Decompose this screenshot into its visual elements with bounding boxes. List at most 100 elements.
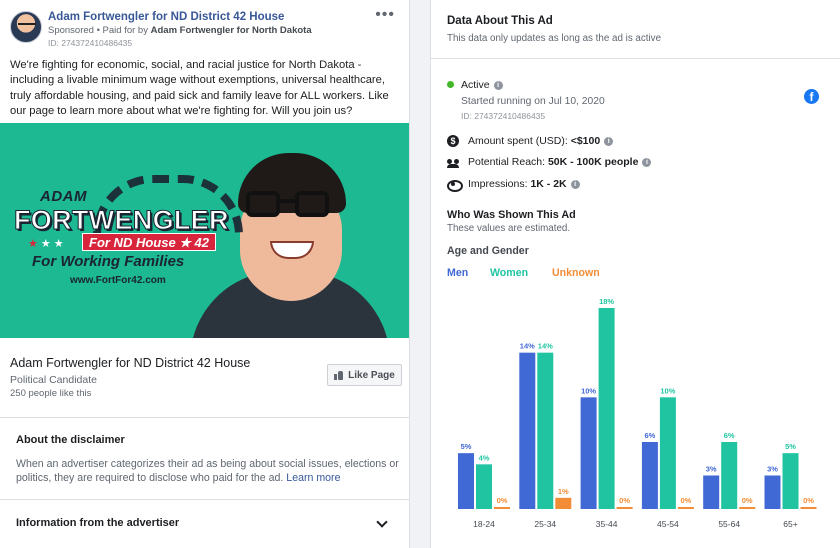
bar-label-unknown-65+: 0% — [803, 496, 814, 505]
who-shown-title: Who Was Shown This Ad — [447, 209, 576, 221]
bar-label-women-55-64: 6% — [724, 431, 735, 440]
active-status-dot — [447, 81, 454, 88]
bar-label-unknown-25-34: 1% — [558, 487, 569, 496]
bar-unknown-45-54[interactable] — [677, 507, 694, 509]
amount-value: <$100 — [570, 135, 601, 147]
stars-graphic: ★★★ — [28, 238, 67, 250]
advertiser-info-accordion[interactable]: Information from the advertiser — [0, 500, 409, 548]
bar-label-women-65+: 5% — [785, 442, 796, 451]
panel-divider — [431, 58, 840, 59]
ad-data-panel: Data About This Ad This data only update… — [430, 0, 840, 548]
bar-men-25-34[interactable] — [519, 352, 536, 509]
legend-women[interactable]: Women — [490, 267, 528, 279]
dollar-icon: $ — [447, 135, 459, 147]
sponsored-line: Sponsored • Paid for by Adam Fortwengler… — [48, 25, 312, 36]
link-subtitle: Political Candidate — [10, 374, 97, 386]
eye-icon — [447, 178, 463, 192]
sponsored-label: Sponsored — [48, 25, 94, 36]
bar-men-35-44[interactable] — [580, 397, 597, 509]
info-icon[interactable]: i — [493, 80, 503, 90]
x-tick-65+: 65+ — [783, 519, 797, 529]
ad-preview-card: Adam Fortwengler for ND District 42 Hous… — [0, 0, 410, 548]
learn-more-link[interactable]: Learn more — [286, 472, 340, 484]
reach-text: Potential Reach: 50K - 100K people i — [468, 156, 652, 168]
x-tick-45-54: 45-54 — [657, 519, 679, 529]
reach-value: 50K - 100K people — [547, 156, 639, 168]
bar-unknown-18-24[interactable] — [494, 507, 510, 509]
glasses-bridge — [279, 199, 296, 203]
bar-label-men-45-54: 6% — [644, 431, 655, 440]
glasses-right-lens — [295, 191, 329, 217]
bar-women-18-24[interactable] — [476, 464, 492, 509]
bar-label-men-65+: 3% — [767, 465, 778, 474]
more-dots-icon[interactable]: ••• — [375, 6, 395, 24]
bar-label-unknown-45-54: 0% — [680, 496, 691, 505]
bar-women-55-64[interactable] — [721, 442, 738, 509]
x-tick-25-34: 25-34 — [534, 519, 556, 529]
bar-women-25-34[interactable] — [537, 352, 554, 509]
bar-men-65+[interactable] — [764, 475, 781, 510]
age-gender-title: Age and Gender — [447, 245, 529, 257]
bar-women-45-54[interactable] — [659, 397, 676, 509]
info-icon[interactable]: i — [604, 136, 614, 146]
bar-label-men-55-64: 3% — [706, 465, 717, 474]
ad-creative-image[interactable]: ADAM FORTWENGLER ★★★ For ND House ★ 42 F… — [0, 123, 409, 338]
disclaimer-body: When an advertiser categorizes their ad … — [16, 458, 399, 484]
creative-house-badge: For ND House ★ 42 — [82, 233, 217, 251]
x-tick-55-64: 55-64 — [718, 519, 740, 529]
bar-label-unknown-55-64: 0% — [742, 496, 753, 505]
bar-label-women-45-54: 10% — [660, 386, 675, 395]
bar-unknown-25-34[interactable] — [555, 497, 572, 509]
bar-label-men-35-44: 10% — [581, 386, 596, 395]
x-tick-18-24: 18-24 — [473, 519, 495, 529]
panel-subtitle: This data only updates as long as the ad… — [447, 33, 662, 44]
amount-label: Amount spent (USD): — [468, 135, 571, 147]
chevron-down-icon[interactable] — [376, 516, 388, 528]
creative-last-name: FORTWENGLER — [14, 205, 229, 236]
bar-label-unknown-35-44: 0% — [619, 496, 630, 505]
bar-men-18-24[interactable] — [458, 453, 474, 509]
age-gender-chart: 5% 4% 0% 18-24 14% 14% 1% 25-34 10% 18% 0% 35-44 6% 1… — [458, 297, 817, 529]
status-label: Active — [461, 79, 490, 91]
panel-title: Data About This Ad — [447, 15, 553, 27]
ad-id: ID: 274372410486435 — [48, 38, 133, 48]
page-name-link[interactable]: Adam Fortwengler for ND District 42 Hous… — [48, 11, 284, 23]
advertiser-info-title: Information from the advertiser — [16, 517, 180, 529]
bar-label-women-35-44: 18% — [599, 297, 614, 306]
creative-first-name: ADAM — [40, 188, 87, 205]
impressions-text: Impressions: 1K - 2K i — [468, 178, 580, 190]
link-likes: 250 people like this — [10, 388, 92, 399]
legend-men[interactable]: Men — [447, 267, 468, 279]
like-page-button[interactable]: Like Page — [327, 364, 402, 386]
started-running: Started running on Jul 10, 2020 — [461, 96, 605, 107]
bar-label-men-25-34: 14% — [520, 342, 535, 351]
bar-unknown-65+[interactable] — [800, 507, 817, 509]
info-icon[interactable]: i — [570, 179, 580, 189]
facebook-icon: f — [804, 89, 819, 104]
amount-spent-text: Amount spent (USD): <$100 i — [468, 135, 614, 147]
reach-label: Potential Reach: — [468, 156, 548, 168]
creative-tagline: For Working Families — [32, 253, 185, 270]
bar-unknown-55-64[interactable] — [739, 507, 756, 509]
impressions-value: 1K - 2K — [530, 178, 567, 190]
bar-men-55-64[interactable] — [703, 475, 720, 510]
bar-women-65+[interactable] — [782, 453, 799, 509]
glasses-left-lens — [246, 191, 280, 217]
link-title[interactable]: Adam Fortwengler for ND District 42 Hous… — [10, 356, 250, 370]
ad-header: Adam Fortwengler for ND District 42 Hous… — [0, 0, 409, 56]
info-icon[interactable]: i — [642, 157, 652, 167]
panel-ad-id: ID: 274372410486435 — [461, 111, 546, 121]
bar-men-45-54[interactable] — [641, 442, 658, 509]
paid-for-prefix: • Paid for by — [93, 25, 151, 36]
bar-unknown-35-44[interactable] — [616, 507, 633, 509]
legend-unknown[interactable]: Unknown — [552, 267, 600, 279]
like-page-label: Like Page — [348, 369, 395, 381]
paid-for-by: Adam Fortwengler for North Dakota — [150, 25, 312, 36]
bar-women-35-44[interactable] — [598, 308, 615, 509]
status-row: Active i — [461, 79, 503, 91]
ad-body-text: We're fighting for economic, social, and… — [10, 59, 389, 117]
who-shown-subtitle: These values are estimated. — [447, 223, 571, 234]
disclaimer-section: About the disclaimer When an advertiser … — [0, 418, 409, 500]
bar-label-women-18-24: 4% — [479, 453, 490, 462]
page-avatar[interactable] — [10, 11, 42, 43]
